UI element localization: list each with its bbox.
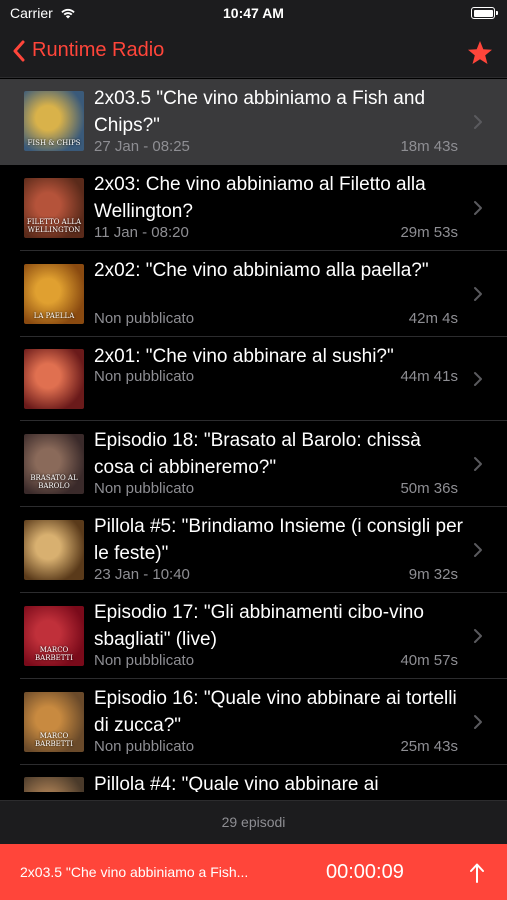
episode-artwork xyxy=(24,777,84,792)
episode-duration: 40m 57s xyxy=(400,652,458,669)
episode-row[interactable]: MARCO BARBETTI Episodio 16: "Quale vino a… xyxy=(0,679,507,765)
episode-artwork-label: MARCO BARBETTI xyxy=(35,732,73,748)
episode-artwork-label: BRASATO AL BAROLO xyxy=(30,474,78,490)
chevron-right-icon xyxy=(474,715,482,729)
chevron-right-icon xyxy=(474,457,482,471)
episode-duration: 44m 41s xyxy=(400,368,458,385)
episode-date: Non pubblicato xyxy=(94,480,195,497)
episode-title: Pillola #4: "Quale vino abbinare ai xyxy=(94,774,379,792)
episode-artwork: MARCO BARBETTI xyxy=(24,692,84,752)
episode-artwork xyxy=(24,520,84,580)
chevron-right-icon xyxy=(474,629,482,643)
episode-count: 29 episodi xyxy=(0,800,507,844)
episode-date: Non pubblicato xyxy=(94,368,195,385)
episode-duration: 25m 43s xyxy=(400,738,458,755)
episode-title: Pillola #5: "Brindiamo Insieme (i consig… xyxy=(94,516,463,564)
episode-artwork-label: LA PAELLA xyxy=(33,312,75,320)
episode-duration: 42m 4s xyxy=(408,310,458,327)
chevron-right-icon xyxy=(474,115,482,129)
now-playing-time: 00:00:09 xyxy=(326,861,404,883)
episode-artwork-label: FISH & CHIPS xyxy=(27,139,81,147)
episode-title: 2x01: "Che vino abbinare al sushi?" xyxy=(94,346,394,367)
episode-date: 27 Jan - 08:25 xyxy=(94,138,190,155)
episode-artwork: LA PAELLA xyxy=(24,264,84,324)
chevron-right-icon xyxy=(474,372,482,386)
status-time: 10:47 AM xyxy=(223,5,284,21)
episode-date: 11 Jan - 08:20 xyxy=(94,224,189,241)
battery-icon xyxy=(471,7,498,19)
episode-row[interactable]: Pillola #5: "Brindiamo Insieme (i consig… xyxy=(0,507,507,593)
episode-title: 2x03.5 "Che vino abbiniamo a Fish and Ch… xyxy=(94,88,426,136)
status-bar: Carrier 10:47 AM xyxy=(0,0,507,28)
episode-date: Non pubblicato xyxy=(94,738,195,755)
back-button[interactable]: Runtime Radio xyxy=(12,39,164,62)
episode-duration: 50m 36s xyxy=(400,480,458,497)
chevron-right-icon xyxy=(474,201,482,215)
favorite-star-icon[interactable] xyxy=(465,38,495,68)
episode-artwork xyxy=(24,349,84,409)
chevron-right-icon xyxy=(474,543,482,557)
episode-artwork-label: MARCO BARBETTI xyxy=(35,646,73,662)
now-playing-bar[interactable]: 2x03.5 "Che vino abbiniamo a Fish... 00:… xyxy=(0,844,507,900)
episode-artwork: BRASATO AL BAROLO xyxy=(24,434,84,494)
back-label: Runtime Radio xyxy=(32,39,165,61)
episode-artwork: MARCO BARBETTI xyxy=(24,606,84,666)
episode-row[interactable]: MARCO BARBETTI Episodio 17: "Gli abbiname… xyxy=(0,593,507,679)
episode-list[interactable]: FISH & CHIPS 2x03.5 "Che vino abbiniamo a… xyxy=(0,79,507,792)
episode-date: Non pubblicato xyxy=(94,310,195,327)
episode-duration: 18m 43s xyxy=(400,138,458,155)
episode-row[interactable]: BRASATO AL BAROLO Episodio 18: "Brasato a… xyxy=(0,421,507,507)
arrow-up-icon[interactable] xyxy=(469,862,485,884)
episode-title: 2x03: Che vino abbiniamo al Filetto alla… xyxy=(94,174,426,222)
episode-row[interactable]: Pillola #4: "Quale vino abbinare ai xyxy=(0,765,507,792)
episode-date: 23 Jan - 10:40 xyxy=(94,566,190,583)
episode-title: 2x02: "Che vino abbiniamo alla paella?" xyxy=(94,260,429,281)
episode-artwork-label: FILETTO ALLA WELLINGTON xyxy=(26,218,82,234)
episode-row[interactable]: FILETTO ALLA WELLINGTON 2x03: Che vino ab… xyxy=(0,165,507,251)
episode-row[interactable]: 2x01: "Che vino abbinare al sushi?" Non p… xyxy=(0,337,507,421)
episode-duration: 29m 53s xyxy=(400,224,458,241)
chevron-right-icon xyxy=(474,287,482,301)
episode-title: Episodio 17: "Gli abbinamenti cibo-vino … xyxy=(94,602,424,650)
episode-row[interactable]: FISH & CHIPS 2x03.5 "Che vino abbiniamo a… xyxy=(0,79,507,165)
nav-bar: Runtime Radio xyxy=(0,28,507,78)
episode-artwork: FISH & CHIPS xyxy=(24,91,84,151)
episode-duration: 9m 32s xyxy=(408,566,458,583)
now-playing-title: 2x03.5 "Che vino abbiniamo a Fish... xyxy=(20,864,249,880)
episode-title: Episodio 18: "Brasato al Barolo: chissà … xyxy=(94,430,421,478)
chevron-left-icon xyxy=(13,40,25,61)
episode-date: Non pubblicato xyxy=(94,652,195,669)
episode-title: Episodio 16: "Quale vino abbinare ai tor… xyxy=(94,688,457,736)
episode-artwork: FILETTO ALLA WELLINGTON xyxy=(24,178,84,238)
episode-row[interactable]: LA PAELLA 2x02: "Che vino abbiniamo alla … xyxy=(0,251,507,337)
